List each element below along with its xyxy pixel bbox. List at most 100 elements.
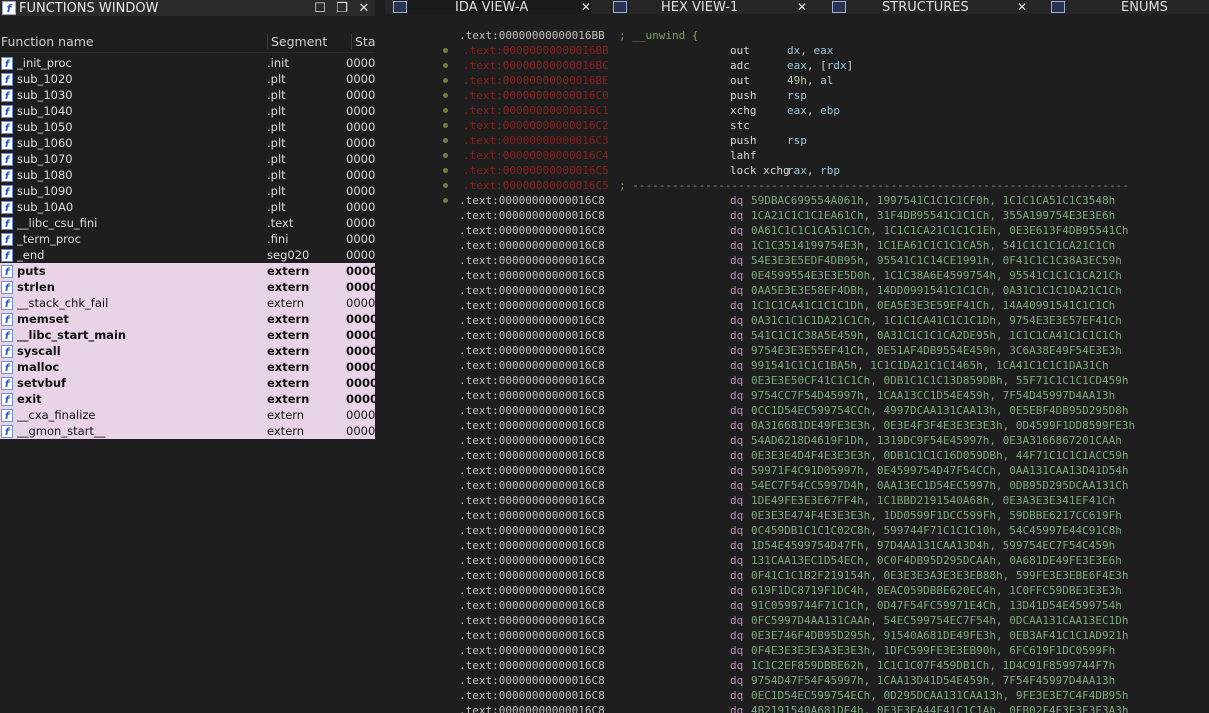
- close-tab-icon[interactable]: ✕: [797, 0, 807, 14]
- disasm-line[interactable]: .text:00000000000016C8 dq 59DBAC699554A061…: [385, 193, 1209, 208]
- disasm-line[interactable]: .text:00000000000016C8 dq 1C1C2EF859DBBE62…: [385, 658, 1209, 673]
- disasm-line[interactable]: .text:00000000000016C8 dq 0A61C1C1C1CA51C1…: [385, 223, 1209, 238]
- disasm-line[interactable]: .text:00000000000016C8 dq 0FC5997D4AA131CA…: [385, 613, 1209, 628]
- function-row[interactable]: f _end seg020 00000: [0, 247, 375, 263]
- disasm-line[interactable]: .text:00000000000016C8 dq 9754E3E3E55EF41C…: [385, 343, 1209, 358]
- function-row[interactable]: f __stack_chk_fail extern 00000: [0, 295, 375, 311]
- disasm-line[interactable]: .text:00000000000016C8 dq 0CC1D54EC599754C…: [385, 403, 1209, 418]
- disasm-line[interactable]: .text:00000000000016C0 push rsp: [385, 88, 1209, 103]
- breakpoint-dot-icon[interactable]: [443, 108, 448, 113]
- disasm-line[interactable]: .text:00000000000016C8 dq 9754D47F54F45997…: [385, 673, 1209, 688]
- function-row[interactable]: f sub_1050 .plt 00000: [0, 119, 375, 135]
- close-tab-icon[interactable]: ✕: [581, 0, 591, 14]
- breakpoint-dot-icon[interactable]: [443, 78, 448, 83]
- disasm-line[interactable]: .text:00000000000016C8 dq 1DE49FE3E3E67FF4…: [385, 493, 1209, 508]
- function-row[interactable]: f sub_1060 .plt 00000: [0, 135, 375, 151]
- breakpoint-dot-icon[interactable]: [443, 183, 448, 188]
- disasm-line[interactable]: .text:00000000000016C8 dq 91C0599744F71C1C…: [385, 598, 1209, 613]
- disasm-line[interactable]: .text:00000000000016C3 push rsp: [385, 133, 1209, 148]
- function-row[interactable]: f _term_proc .fini 00000: [0, 231, 375, 247]
- disasm-line[interactable]: .text:00000000000016C8 dq 4B2191540A681DE4…: [385, 703, 1209, 713]
- disasm-line[interactable]: .text:00000000000016C4 lahf: [385, 148, 1209, 163]
- function-row[interactable]: f sub_1080 .plt 00000: [0, 167, 375, 183]
- breakpoint-dot-icon[interactable]: [443, 198, 448, 203]
- column-function-name[interactable]: Function name: [0, 34, 267, 49]
- disasm-line[interactable]: .text:00000000000016C8 dq 0F41C1C1B2F21915…: [385, 568, 1209, 583]
- disasm-line[interactable]: .text:00000000000016C8 dq 0E3E746F4DB95D29…: [385, 628, 1209, 643]
- tab-hex-view-1[interactable]: HEX VIEW-1 ✕: [613, 0, 807, 14]
- disasm-line[interactable]: .text:00000000000016C8 dq 0E3E3E50CF41C1C1…: [385, 373, 1209, 388]
- function-row[interactable]: f sub_1030 .plt 00000: [0, 87, 375, 103]
- disasm-line[interactable]: .text:00000000000016C8 dq 1CA21C1C1C1EA61C…: [385, 208, 1209, 223]
- disasm-line[interactable]: .text:00000000000016C8 dq 0EC1D54EC599754E…: [385, 688, 1209, 703]
- function-row[interactable]: f sub_10A0 .plt 00000: [0, 199, 375, 215]
- disasm-line[interactable]: .text:00000000000016BB ; __unwind {: [385, 28, 1209, 43]
- breakpoint-dot-icon[interactable]: [443, 138, 448, 143]
- function-row[interactable]: f exit extern 0000: [0, 391, 375, 407]
- disasm-line[interactable]: .text:00000000000016C8 dq 54E3E3E5EDF4DB95…: [385, 253, 1209, 268]
- function-row[interactable]: f __cxa_finalize extern 00000: [0, 407, 375, 423]
- disasm-line[interactable]: .text:00000000000016C2 stc: [385, 118, 1209, 133]
- mnemonic: xchg: [730, 104, 757, 117]
- disasm-line[interactable]: .text:00000000000016C8 dq 9754CC7F54D45997…: [385, 388, 1209, 403]
- separator-comment: ; --------------------------------------…: [619, 179, 1129, 192]
- breakpoint-dot-icon[interactable]: [443, 93, 448, 98]
- function-row[interactable]: f sub_1020 .plt 00000: [0, 71, 375, 87]
- function-row[interactable]: f _init_proc .init 00000: [0, 55, 375, 71]
- disasm-line[interactable]: .text:00000000000016C8 dq 0A31C1C1C1DA21C1…: [385, 313, 1209, 328]
- disasm-line[interactable]: .text:00000000000016C8 dq 0E4599554E3E3E5D…: [385, 268, 1209, 283]
- function-row[interactable]: f puts extern 0000: [0, 263, 375, 279]
- breakpoint-dot-icon[interactable]: [443, 168, 448, 173]
- tab-enums[interactable]: ENUMS: [1051, 0, 1209, 14]
- breakpoint-dot-icon[interactable]: [443, 123, 448, 128]
- disasm-line[interactable]: .text:00000000000016C5 ; ----------------…: [385, 178, 1209, 193]
- disasm-line[interactable]: .text:00000000000016C8 dq 0C459DB1C1C1C02C…: [385, 523, 1209, 538]
- disasm-line[interactable]: .text:00000000000016C8 dq 1C1C1CA41C1C1C1D…: [385, 298, 1209, 313]
- breakpoint-dot-icon[interactable]: [443, 153, 448, 158]
- function-row[interactable]: f memset extern 0000: [0, 311, 375, 327]
- disasm-line[interactable]: .text:00000000000016C8 dq 541C1C1C38A5E459…: [385, 328, 1209, 343]
- close-window-button[interactable]: ✕: [353, 1, 375, 16]
- function-row[interactable]: f setvbuf extern 0000: [0, 375, 375, 391]
- disasm-line[interactable]: .text:00000000000016C8 dq 0E3E3E4D4F4E3E3E…: [385, 448, 1209, 463]
- disasm-line[interactable]: .text:00000000000016C5 lock xchg rax, rbp: [385, 163, 1209, 178]
- disasm-line[interactable]: .text:00000000000016C8 dq 991541C1C1C1BA5h…: [385, 358, 1209, 373]
- disasm-line[interactable]: .text:00000000000016BB out dx, eax: [385, 43, 1209, 58]
- column-segment[interactable]: Segment: [267, 33, 351, 49]
- function-row[interactable]: f syscall extern 0000: [0, 343, 375, 359]
- function-row[interactable]: f strlen extern 0000: [0, 279, 375, 295]
- disasm-line[interactable]: .text:00000000000016BC adc eax, [rdx]: [385, 58, 1209, 73]
- disasm-line[interactable]: .text:00000000000016C8 dq 0F4E3E3E3E3A3E3E…: [385, 643, 1209, 658]
- function-row[interactable]: f __libc_start_main extern 0000: [0, 327, 375, 343]
- disasm-line[interactable]: .text:00000000000016C1 xchg eax, ebp: [385, 103, 1209, 118]
- disasm-line[interactable]: .text:00000000000016C8 dq 619F1DC8719F1DC4…: [385, 583, 1209, 598]
- column-start[interactable]: Start: [351, 33, 375, 49]
- disasm-line[interactable]: .text:00000000000016C8 dq 54EC7F54CC5997D4…: [385, 478, 1209, 493]
- function-row[interactable]: f sub_1090 .plt 00000: [0, 183, 375, 199]
- function-icon: f: [1, 376, 13, 390]
- function-start: 0000: [346, 360, 375, 374]
- breakpoint-dot-icon[interactable]: [443, 63, 448, 68]
- function-row[interactable]: f sub_1040 .plt 00000: [0, 103, 375, 119]
- disasm-line[interactable]: .text:00000000000016BE out 49h, al: [385, 73, 1209, 88]
- address: .text:00000000000016C8: [459, 434, 605, 447]
- disasm-line[interactable]: .text:00000000000016C8 dq 0AA5E3E3E58EF4DB…: [385, 283, 1209, 298]
- close-tab-icon[interactable]: ✕: [1017, 0, 1027, 14]
- function-row[interactable]: f malloc extern 0000: [0, 359, 375, 375]
- function-row[interactable]: f __libc_csu_fini .text 00000: [0, 215, 375, 231]
- disasm-line[interactable]: .text:00000000000016C8 dq 54AD6218D4619F1D…: [385, 433, 1209, 448]
- disasm-line[interactable]: .text:00000000000016C8 dq 1C1C3514199754E3…: [385, 238, 1209, 253]
- tab-ida-view-a[interactable]: IDA VIEW-A ✕: [393, 0, 591, 14]
- float-window-button[interactable]: ☐: [309, 1, 331, 16]
- disasm-line[interactable]: .text:00000000000016C8 dq 0A316681DE49FE3E…: [385, 418, 1209, 433]
- disasm-line[interactable]: .text:00000000000016C8 dq 59971F4C91D05997…: [385, 463, 1209, 478]
- disasm-line[interactable]: .text:00000000000016C8 dq 131CAA13EC1D54EC…: [385, 553, 1209, 568]
- ida-view-disassembly[interactable]: .text:00000000000016BB; __unwind {.text:…: [385, 28, 1209, 713]
- function-row[interactable]: f __gmon_start__ extern 00000: [0, 423, 375, 439]
- tab-structures[interactable]: STRUCTURES ✕: [832, 0, 1027, 14]
- disasm-line[interactable]: .text:00000000000016C8 dq 1D54E4599754D47F…: [385, 538, 1209, 553]
- disasm-line[interactable]: .text:00000000000016C8 dq 0E3E3E474F4E3E3E…: [385, 508, 1209, 523]
- function-row[interactable]: f sub_1070 .plt 00000: [0, 151, 375, 167]
- restore-window-button[interactable]: ❐: [331, 1, 353, 16]
- breakpoint-dot-icon[interactable]: [443, 48, 448, 53]
